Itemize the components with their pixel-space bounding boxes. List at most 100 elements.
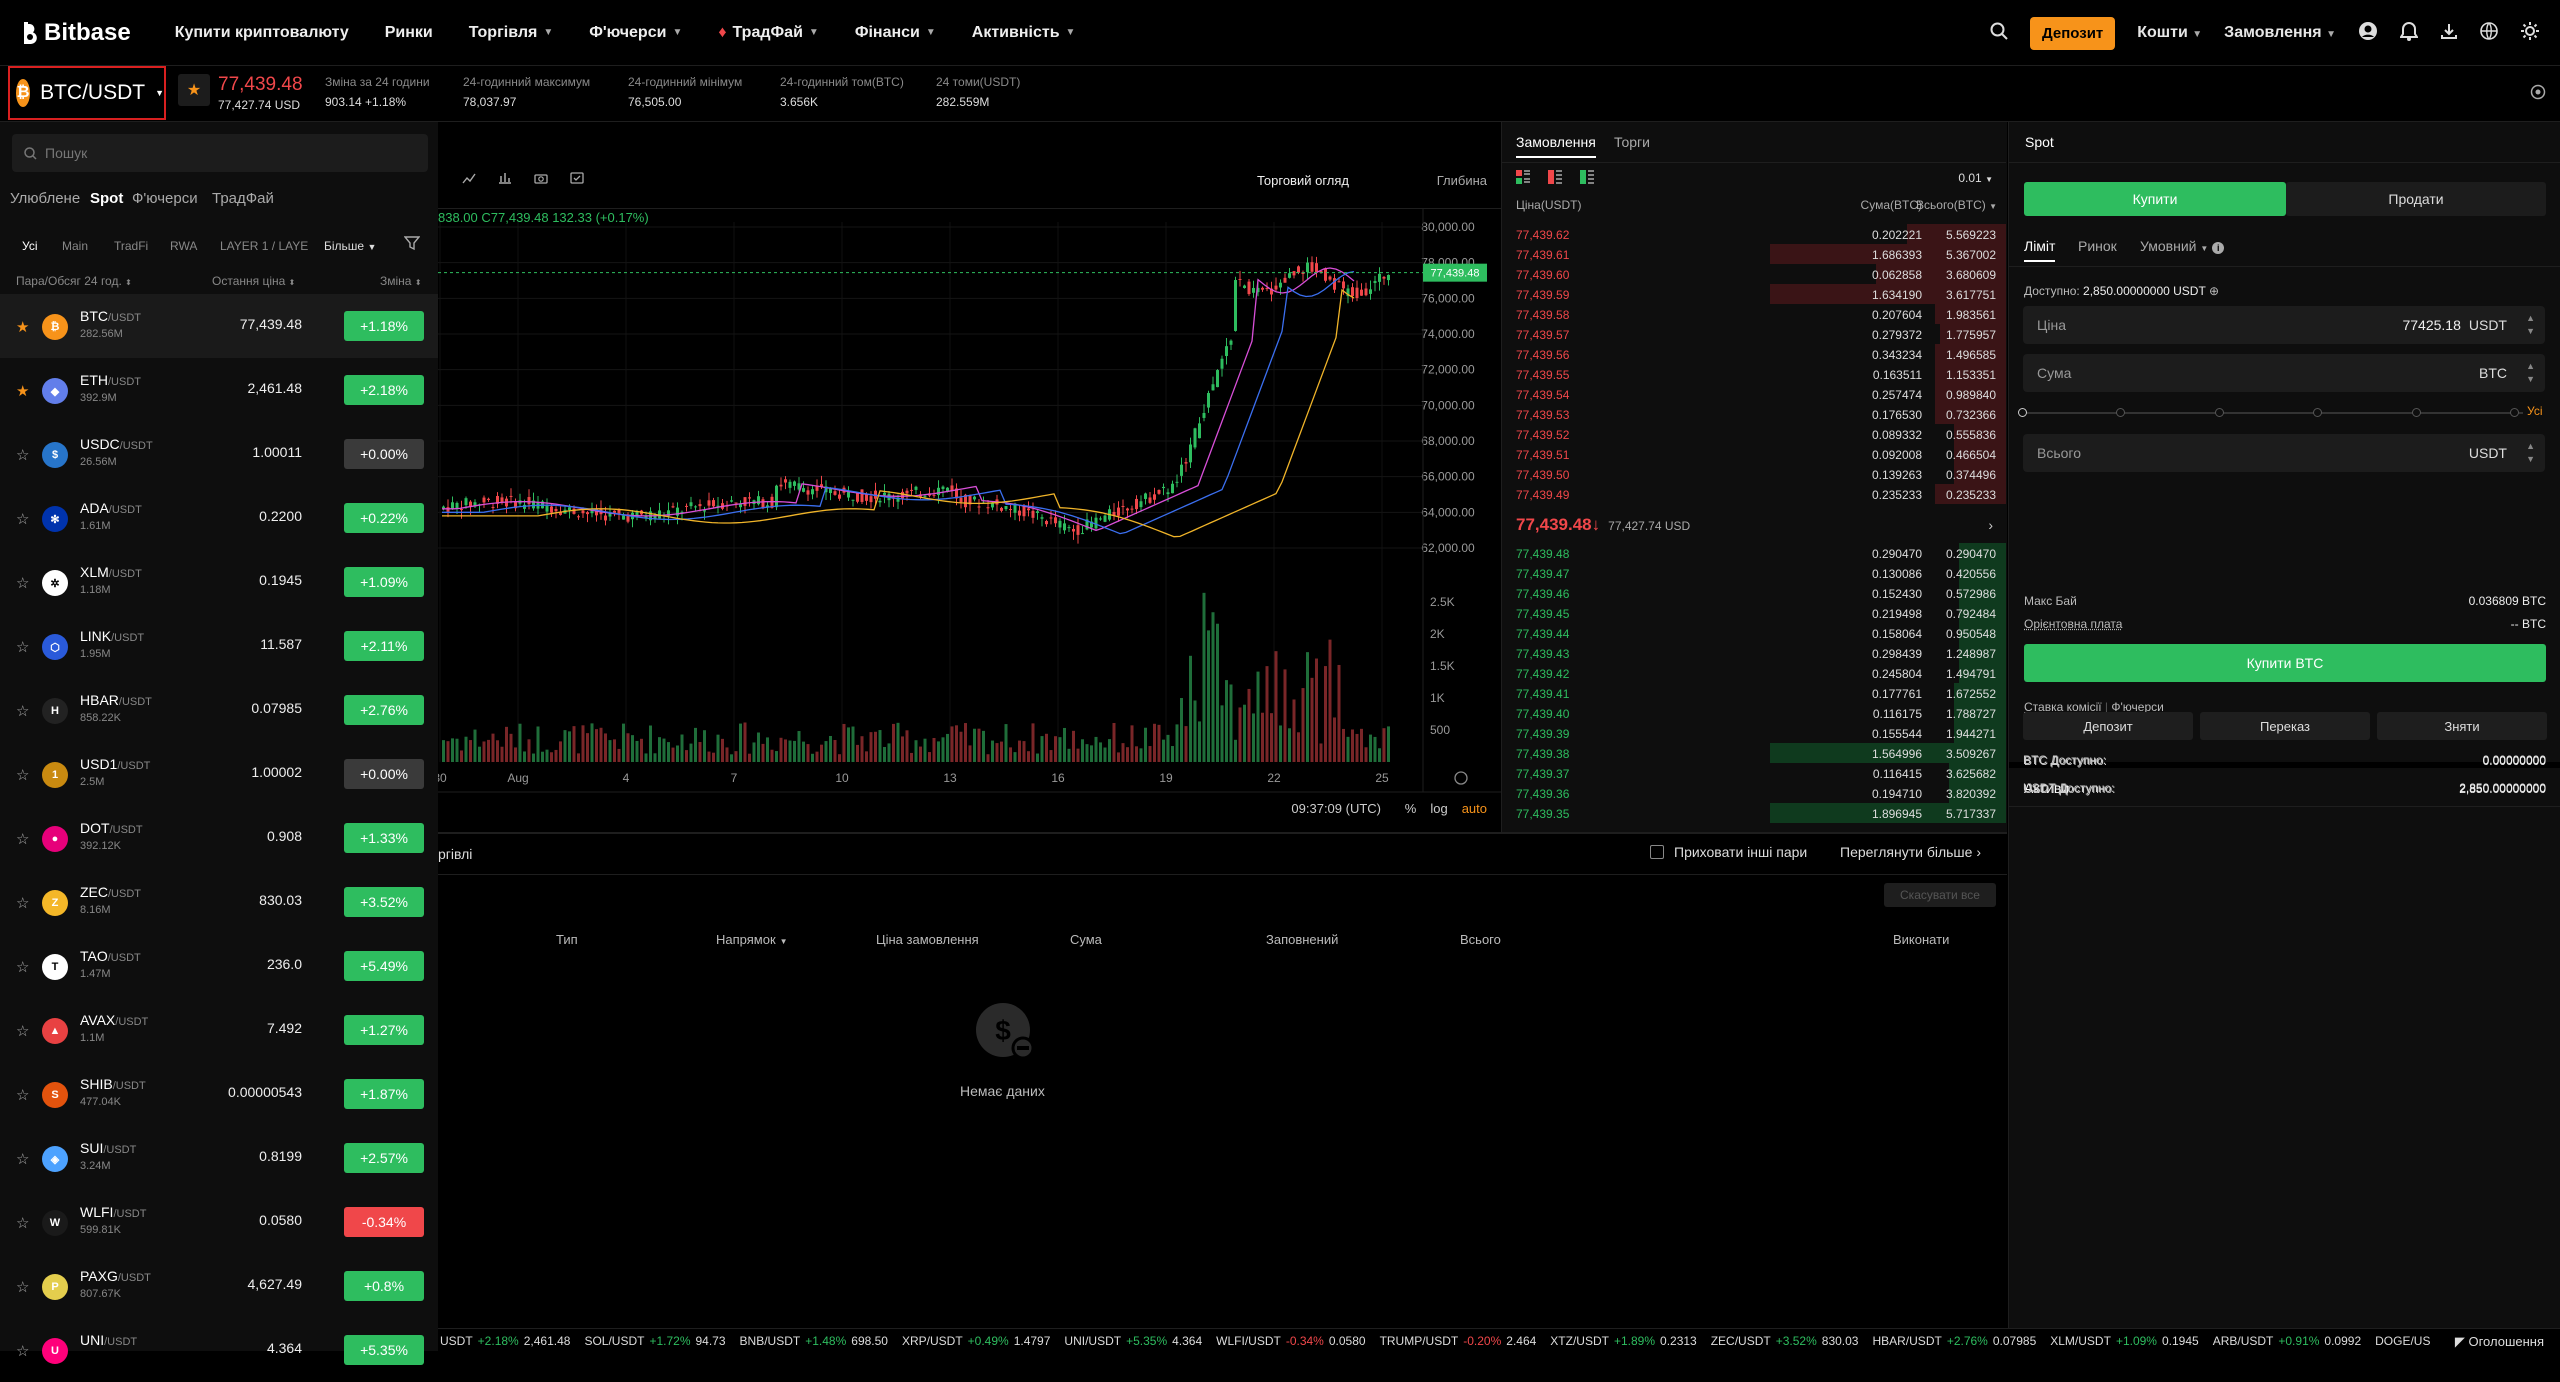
bottom-ticker-item[interactable]: SOL/USDT +1.72% 94.73 (584, 1334, 725, 1348)
bid-row[interactable]: 77,439.46 0.152430 0.572986 (1502, 583, 2006, 603)
checkbox[interactable] (1650, 845, 1664, 859)
bid-row[interactable]: 77,439.39 0.155544 1.944271 (1502, 723, 2006, 743)
bottom-ticker-item[interactable]: TRUMP/USDT -0.20% 2.464 (1380, 1334, 1537, 1348)
orders-tab[interactable]: ргівлі (438, 846, 472, 862)
ask-row[interactable]: 77,439.49 0.235233 0.235233 (1502, 484, 2006, 504)
tab-orders[interactable]: Замовлення (1516, 134, 1596, 158)
ask-row[interactable]: 77,439.62 0.202221 5.569223 (1502, 224, 2006, 244)
asset-button-1[interactable]: Переказ (2200, 712, 2370, 740)
logo[interactable]: Bitbase (20, 19, 131, 47)
bid-row[interactable]: 77,439.42 0.245804 1.494791 (1502, 663, 2006, 683)
ob-view-both-icon[interactable] (1516, 170, 1530, 187)
market-row[interactable]: ☆ S SHIB/USDT 477.04K 0.00000543 +1.87% (0, 1062, 438, 1126)
ask-row[interactable]: 77,439.52 0.089332 0.555836 (1502, 424, 2006, 444)
funds-menu[interactable]: Кошти ▼ (2137, 24, 2202, 42)
market-row[interactable]: ☆ 1 USD1/USDT 2.5M 1.00002 +0.00% (0, 742, 438, 806)
filter-icon[interactable] (404, 235, 420, 254)
ask-row[interactable]: 77,439.53 0.176530 0.732366 (1502, 404, 2006, 424)
percent-scale-toggle[interactable]: % (1405, 801, 1417, 816)
favorite-star-icon[interactable]: ☆ (16, 574, 29, 592)
user-icon[interactable] (2358, 21, 2378, 46)
bottom-ticker-item[interactable]: ZEC/USDT +3.52% 830.03 (1711, 1334, 1859, 1348)
bid-row[interactable]: 77,439.40 0.116175 1.788727 (1502, 703, 2006, 723)
stepper-icon[interactable]: ▲ ▼ (2526, 360, 2535, 386)
bid-row[interactable]: 77,439.47 0.130086 0.420556 (1502, 563, 2006, 583)
add-funds-icon[interactable]: ⊕ (2209, 284, 2219, 298)
nav-item-6[interactable]: Активність ▼ (972, 24, 1076, 42)
ask-row[interactable]: 77,439.57 0.279372 1.775957 (1502, 324, 2006, 344)
asset-button-2[interactable]: Зняти (2377, 712, 2547, 740)
bid-row[interactable]: 77,439.48 0.290470 0.290470 (1502, 543, 2006, 563)
globe-icon[interactable] (2480, 22, 2498, 45)
cancel-all-button[interactable]: Скасувати все (1884, 883, 1996, 907)
nav-item-3[interactable]: Ф'ючерси ▼ (589, 24, 682, 42)
nav-item-5[interactable]: Фінанси ▼ (855, 24, 936, 42)
ask-row[interactable]: 77,439.56 0.343234 1.496585 (1502, 344, 2006, 364)
tick-size-select[interactable]: 0.01 ▼ (1958, 171, 1993, 185)
market-filter-0[interactable]: Усі (22, 239, 38, 253)
favorite-star-icon[interactable]: ☆ (16, 638, 29, 656)
ask-row[interactable]: 77,439.58 0.207604 1.983561 (1502, 304, 2006, 324)
bottom-ticker-item[interactable]: XLM/USDT +1.09% 0.1945 (2050, 1334, 2198, 1348)
slider-stop[interactable] (2018, 408, 2027, 417)
ask-row[interactable]: 77,439.50 0.139263 0.374496 (1502, 464, 2006, 484)
col-price-header[interactable]: Остання ціна ⬍ (212, 274, 295, 288)
chart-canvas[interactable]: 80,000.0078,000.0076,000.0074,000.0072,0… (438, 122, 1501, 832)
favorite-star-icon[interactable]: ☆ (16, 1214, 29, 1232)
favorite-star-icon[interactable]: ★ (16, 382, 29, 400)
slider-stop[interactable] (2412, 408, 2421, 417)
market-row[interactable]: ☆ ✲ XLM/USDT 1.18M 0.1945 +1.09% (0, 550, 438, 614)
favorite-star-icon[interactable]: ☆ (16, 1342, 29, 1360)
favorite-star-icon[interactable]: ☆ (16, 1150, 29, 1168)
market-row[interactable]: ☆ ✻ ADA/USDT 1.61M 0.2200 +0.22% (0, 486, 438, 550)
log-scale-toggle[interactable]: log (1430, 801, 1447, 816)
favorite-star-icon[interactable]: ☆ (16, 702, 29, 720)
market-row[interactable]: ★ ₿ BTC/USDT 282.56M 77,439.48 +1.18% (0, 294, 438, 358)
market-filter-1[interactable]: Main (62, 239, 88, 253)
bid-row[interactable]: 77,439.43 0.298439 1.248987 (1502, 643, 2006, 663)
favorite-star-icon[interactable]: ☆ (16, 1278, 29, 1296)
auto-scale-toggle[interactable]: auto (1462, 801, 1487, 816)
orders-col-1[interactable]: Напрямок ▼ (716, 932, 788, 947)
settings-icon[interactable] (2530, 84, 2546, 103)
favorite-star-icon[interactable]: ☆ (16, 958, 29, 976)
bottom-ticker-item[interactable]: HBAR/USDT +2.76% 0.07985 (1872, 1334, 2036, 1348)
market-row[interactable]: ☆ T TAO/USDT 1.47M 236.0 +5.49% (0, 934, 438, 998)
nav-item-0[interactable]: Купити криптовалюту (175, 24, 349, 42)
favorite-star-icon[interactable]: ☆ (16, 1086, 29, 1104)
nav-item-4[interactable]: ♦ ТрадФай ▼ (718, 24, 818, 42)
market-row[interactable]: ☆ U UNI/USDT 4.364 +5.35% (0, 1318, 438, 1382)
order-type-conditional[interactable]: Умовний ▼ i (2140, 238, 2224, 254)
bell-icon[interactable] (2400, 21, 2418, 46)
order-type-limit[interactable]: Ліміт (2024, 238, 2055, 262)
chart-settings-icon[interactable] (1455, 772, 1467, 784)
market-tab-2[interactable]: Ф'ючерси (132, 190, 198, 207)
market-row[interactable]: ☆ ◈ SUI/USDT 3.24M 0.8199 +2.57% (0, 1126, 438, 1190)
market-row[interactable]: ☆ ● DOT/USDT 392.12K 0.908 +1.33% (0, 806, 438, 870)
favorite-star-icon[interactable]: ☆ (16, 446, 29, 464)
market-search-input[interactable]: Пошук (12, 134, 428, 172)
nav-item-2[interactable]: Торгівля ▼ (469, 24, 553, 42)
tab-trades[interactable]: Торги (1614, 134, 1650, 150)
market-row[interactable]: ☆ P PAXG/USDT 807.67K 4,627.49 +0.8% (0, 1254, 438, 1318)
bottom-ticker-item[interactable]: WLFI/USDT -0.34% 0.0580 (1216, 1334, 1365, 1348)
market-filter-3[interactable]: RWA (170, 239, 197, 253)
bid-row[interactable]: 77,439.35 1.896945 5.717337 (1502, 803, 2006, 823)
order-type-market[interactable]: Ринок (2078, 238, 2117, 254)
announcements-link[interactable]: ◤ Оголошення (2441, 1329, 2560, 1351)
bottom-ticker-item[interactable]: BNB/USDT +1.48% 698.50 (740, 1334, 888, 1348)
buy-submit-button[interactable]: Купити BTC (2024, 644, 2546, 682)
favorite-star-icon[interactable]: ☆ (16, 894, 29, 912)
ob-col-total[interactable]: Всього(BTC) ▼ (1916, 198, 1997, 212)
ask-row[interactable]: 77,439.59 1.634190 3.617751 (1502, 284, 2006, 304)
ask-row[interactable]: 77,439.51 0.092008 0.466504 (1502, 444, 2006, 464)
info-icon[interactable]: i (2212, 242, 2224, 254)
amount-slider-track[interactable] (2023, 412, 2523, 414)
col-change-header[interactable]: Зміна ⬍ (380, 274, 422, 288)
favorite-star-icon[interactable]: ☆ (16, 1022, 29, 1040)
fee-label[interactable]: Орієнтовна плата (2024, 617, 2122, 631)
amount-input[interactable]: Сума BTC ▲ ▼ (2023, 354, 2545, 392)
more-filters-button[interactable]: Більше ▼ (324, 239, 376, 253)
asset-button-0[interactable]: Депозит (2023, 712, 2193, 740)
deposit-button[interactable]: Депозит (2030, 17, 2115, 50)
